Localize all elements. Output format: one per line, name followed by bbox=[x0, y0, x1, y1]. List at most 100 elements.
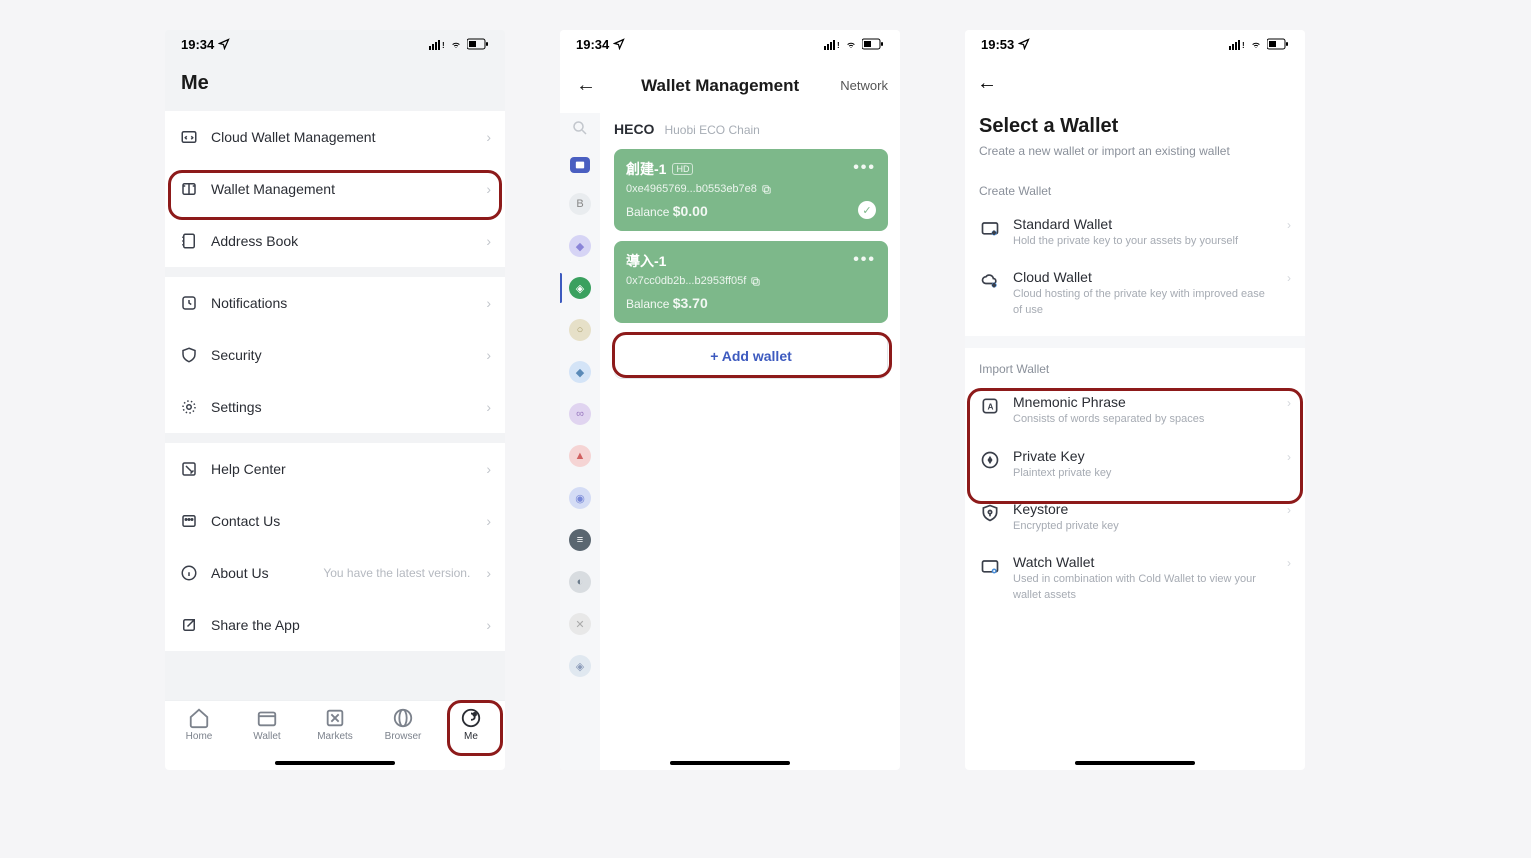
rail-chain-wallet[interactable] bbox=[570, 157, 590, 173]
option-private-key[interactable]: Private Key Plaintext private key › bbox=[965, 438, 1305, 491]
back-button[interactable]: ← bbox=[965, 58, 1305, 95]
status-bar: 19:34 ! bbox=[165, 30, 505, 58]
watch-wallet-icon bbox=[979, 555, 1001, 577]
shield-icon bbox=[179, 345, 199, 365]
tab-label: Markets bbox=[317, 731, 353, 742]
wifi-icon bbox=[1249, 38, 1263, 50]
rail-chain-5[interactable]: ○ bbox=[569, 319, 591, 341]
option-title: Cloud Wallet bbox=[1013, 269, 1275, 285]
rail-chain-13[interactable]: ◈ bbox=[569, 655, 591, 677]
section-import-label: Import Wallet bbox=[965, 348, 1305, 384]
option-title: Watch Wallet bbox=[1013, 554, 1275, 570]
row-label: Contact Us bbox=[211, 513, 474, 529]
status-time: 19:53 bbox=[981, 37, 1014, 52]
row-contact-us[interactable]: Contact Us › bbox=[165, 495, 505, 547]
row-label: Cloud Wallet Management bbox=[211, 129, 474, 145]
back-button[interactable]: ← bbox=[572, 70, 600, 101]
wallet-menu-icon[interactable]: ••• bbox=[853, 251, 876, 269]
divider bbox=[965, 336, 1305, 348]
home-indicator bbox=[1075, 761, 1195, 765]
option-mnemonic-phrase[interactable]: A Mnemonic Phrase Consists of words sepa… bbox=[965, 384, 1305, 437]
wallet-card-2[interactable]: 導入-1 0x7cc0db2b...b2953ff05f Balance $3.… bbox=[614, 241, 888, 323]
rail-chain-8[interactable]: ▲ bbox=[569, 445, 591, 467]
rail-chain-12[interactable]: ✕ bbox=[569, 613, 591, 635]
rail-chain-10[interactable]: ≡ bbox=[569, 529, 591, 551]
network-button[interactable]: Network bbox=[840, 78, 888, 93]
chevron-right-icon: › bbox=[486, 347, 491, 363]
main: HECO Huobi ECO Chain 創建-1 HD 0xe4965769.… bbox=[600, 113, 900, 770]
location-icon bbox=[613, 38, 625, 50]
chevron-right-icon: › bbox=[486, 181, 491, 197]
status-bar: 19:34 ! bbox=[560, 30, 900, 58]
chevron-right-icon: › bbox=[486, 399, 491, 415]
option-standard-wallet[interactable]: + Standard Wallet Hold the private key t… bbox=[965, 206, 1305, 259]
status-bar: 19:53 ! bbox=[965, 30, 1305, 58]
option-title: Standard Wallet bbox=[1013, 216, 1275, 232]
wallet-menu-icon[interactable]: ••• bbox=[853, 159, 876, 177]
option-desc: Plaintext private key bbox=[1013, 466, 1275, 481]
option-title: Mnemonic Phrase bbox=[1013, 394, 1275, 410]
row-settings[interactable]: Settings › bbox=[165, 381, 505, 433]
row-wallet-management[interactable]: Wallet Management › bbox=[165, 163, 505, 215]
option-desc: Hold the private key to your assets by y… bbox=[1013, 234, 1275, 249]
bell-icon bbox=[179, 293, 199, 313]
signal-icon: ! bbox=[824, 38, 840, 50]
add-wallet-label: Add wallet bbox=[722, 348, 792, 364]
chevron-right-icon: › bbox=[1287, 218, 1291, 232]
option-desc: Cloud hosting of the private key with im… bbox=[1013, 287, 1275, 318]
info-icon bbox=[179, 563, 199, 583]
rail-chain-7[interactable]: ∞ bbox=[569, 403, 591, 425]
help-icon bbox=[179, 459, 199, 479]
status-time: 19:34 bbox=[181, 37, 214, 52]
row-notifications[interactable]: Notifications › bbox=[165, 277, 505, 329]
option-watch-wallet[interactable]: Watch Wallet Used in combination with Co… bbox=[965, 544, 1305, 613]
svg-text:A: A bbox=[988, 402, 994, 412]
row-about-us[interactable]: About Us You have the latest version. › bbox=[165, 547, 505, 599]
signal-icon: ! bbox=[429, 38, 445, 50]
add-wallet-button[interactable]: + Add wallet bbox=[614, 333, 888, 379]
wallet-card-1[interactable]: 創建-1 HD 0xe4965769...b0553eb7e8 Balance … bbox=[614, 149, 888, 231]
location-icon bbox=[1018, 38, 1030, 50]
row-cloud-wallet-management[interactable]: Cloud Wallet Management › bbox=[165, 111, 505, 163]
row-label: Address Book bbox=[211, 233, 474, 249]
wallet-address: 0x7cc0db2b...b2953ff05f bbox=[626, 275, 746, 287]
rail-chain-6[interactable]: ◆ bbox=[569, 361, 591, 383]
wifi-icon bbox=[449, 38, 463, 50]
about-version-text: You have the latest version. bbox=[323, 566, 470, 580]
chevron-right-icon: › bbox=[486, 461, 491, 477]
rail-chain-11[interactable]: ◐ bbox=[569, 571, 591, 593]
option-keystore[interactable]: Keystore Encrypted private key › bbox=[965, 491, 1305, 544]
home-indicator bbox=[275, 761, 395, 765]
tab-me[interactable]: Me bbox=[441, 707, 501, 770]
copy-icon[interactable] bbox=[761, 184, 772, 195]
rail-chain-9[interactable]: ◉ bbox=[569, 487, 591, 509]
share-icon bbox=[179, 615, 199, 635]
option-cloud-wallet[interactable]: + Cloud Wallet Cloud hosting of the priv… bbox=[965, 259, 1305, 328]
page-title: Select a Wallet bbox=[979, 115, 1291, 138]
battery-icon bbox=[862, 38, 884, 50]
header: ← Wallet Management Network bbox=[560, 58, 900, 113]
svg-text:!: ! bbox=[1242, 41, 1245, 50]
row-share-app[interactable]: Share the App › bbox=[165, 599, 505, 651]
wallet-name: 創建-1 bbox=[626, 159, 666, 179]
tab-home[interactable]: Home bbox=[169, 707, 229, 770]
chain-rail: B ◆ ◈ ○ ◆ ∞ ▲ ◉ ≡ ◐ ✕ ◈ bbox=[560, 113, 600, 770]
search-icon[interactable] bbox=[571, 119, 589, 137]
chevron-right-icon: › bbox=[1287, 271, 1291, 285]
row-label: Help Center bbox=[211, 461, 474, 477]
section-create-label: Create Wallet bbox=[965, 170, 1305, 206]
markets-icon bbox=[324, 707, 346, 729]
rail-chain-btc[interactable]: B bbox=[569, 193, 591, 215]
copy-icon[interactable] bbox=[750, 276, 761, 287]
svg-text:!: ! bbox=[442, 41, 445, 50]
row-security[interactable]: Security › bbox=[165, 329, 505, 381]
plus-icon: + bbox=[710, 348, 722, 364]
rail-chain-heco[interactable]: ◈ bbox=[569, 277, 591, 299]
option-title: Keystore bbox=[1013, 501, 1275, 517]
page-title: Me bbox=[165, 58, 505, 111]
row-address-book[interactable]: Address Book › bbox=[165, 215, 505, 267]
row-help-center[interactable]: Help Center › bbox=[165, 443, 505, 495]
option-desc: Used in combination with Cold Wallet to … bbox=[1013, 572, 1275, 603]
rail-chain-eth[interactable]: ◆ bbox=[569, 235, 591, 257]
row-label: Settings bbox=[211, 399, 474, 415]
